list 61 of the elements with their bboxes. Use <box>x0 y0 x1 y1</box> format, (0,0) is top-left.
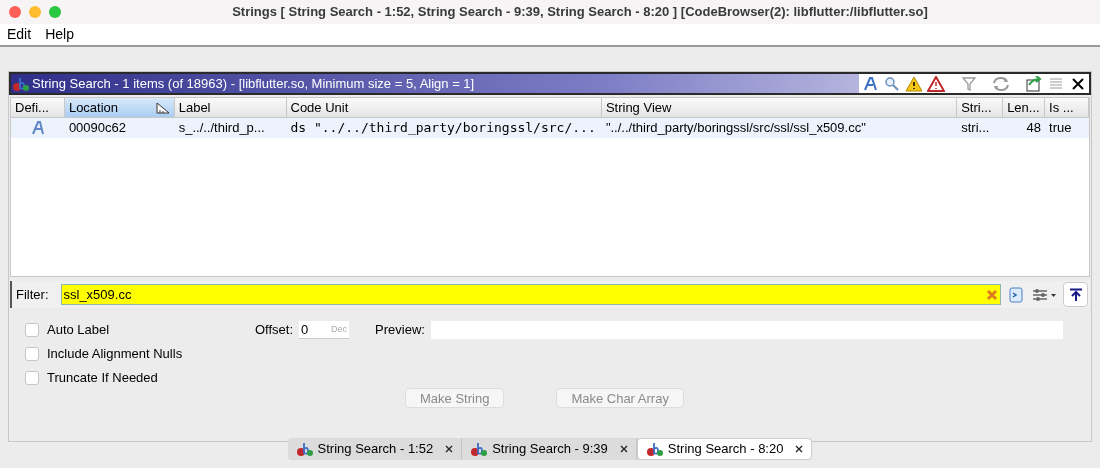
table-cell-text: 00090c62 <box>67 119 127 138</box>
column-header[interactable]: Len... <box>1003 98 1046 117</box>
unit-hint: Dec <box>331 322 348 336</box>
sort-icon <box>155 101 170 114</box>
column-header[interactable]: Code Unit <box>286 98 602 117</box>
checkbox-label: Truncate If Needed <box>47 369 158 388</box>
offset-label: Offset: <box>255 321 294 340</box>
checkbox[interactable] <box>25 323 39 337</box>
string-type-icon <box>30 121 45 135</box>
column-header[interactable]: String View <box>601 98 958 117</box>
scroll-top-button[interactable] <box>1063 282 1088 307</box>
column-header[interactable]: Label <box>174 98 287 117</box>
tab[interactable]: String Search - 9:39 <box>462 438 637 460</box>
table-cell-text: true <box>1048 119 1073 138</box>
italic-a-icon[interactable] <box>861 75 879 92</box>
filter-label: Filter: <box>15 285 50 304</box>
settings-icon[interactable] <box>1031 286 1057 303</box>
checkbox[interactable] <box>25 371 39 385</box>
abc-icon <box>295 441 314 457</box>
tab[interactable]: String Search - 1:52 <box>287 438 463 460</box>
close-tab-icon[interactable] <box>795 445 804 453</box>
table-cell-text: ds "../../third_party/boringssl/src/... <box>289 119 597 138</box>
abc-icon <box>645 441 664 457</box>
column-header[interactable]: Defi... <box>11 98 65 117</box>
checkbox-label: Include Alignment Nulls <box>47 345 183 364</box>
offset-field[interactable]: 0 Dec <box>299 321 350 339</box>
abc-icon <box>470 441 489 457</box>
table-row[interactable]: 00090c62 s_../../third_p... ds "../../third_party/boringssl/src/... "../../third_party/boringssl/src/ssl/ssl_x509.cc" stri... 48 true <box>11 118 1089 138</box>
column-header[interactable]: Stri... <box>957 98 1004 117</box>
error-icon[interactable] <box>927 75 945 92</box>
menu-item[interactable]: Help <box>38 24 81 45</box>
table-cell-text: "../../third_party/boringssl/src/ssl/ssl_x509.cc" <box>604 119 867 138</box>
tab-label: String Search - 1:52 <box>317 440 434 459</box>
menu-item[interactable]: Edit <box>0 24 39 45</box>
window-title: Strings [ String Search - 1:52, String Search - 9:39, String Search - 8:20 ] [CodeBrowser(2): libflutter:/libflutter.so] <box>231 3 928 22</box>
tab-label: String Search - 9:39 <box>492 440 608 459</box>
table-cell-text: stri... <box>960 119 991 138</box>
refresh-icon[interactable] <box>991 75 1011 92</box>
checkbox-label: Auto Label <box>47 321 110 340</box>
table-cell-text: s_../../third_p... <box>177 119 266 138</box>
filter-icon[interactable] <box>961 75 977 92</box>
column-header[interactable]: Is ... <box>1045 98 1089 117</box>
tab-label: String Search - 8:20 <box>667 440 784 459</box>
export-icon[interactable] <box>1025 75 1043 92</box>
table-cell-text: 48 <box>1025 119 1043 138</box>
arrow-up-icon <box>1068 287 1083 302</box>
clear-icon[interactable] <box>986 288 998 301</box>
offset-input[interactable]: 0 <box>301 319 328 340</box>
panel-title: String Search - 1 items (of 18963) - [libflutter.so, Minimum size = 5, Align = 1] <box>32 74 475 93</box>
maximize-window-icon[interactable] <box>49 6 61 18</box>
close-icon[interactable] <box>1069 75 1087 92</box>
preview-label: Preview: <box>375 321 425 340</box>
close-window-icon[interactable] <box>9 6 21 18</box>
close-tab-icon[interactable] <box>445 445 454 453</box>
abc-icon <box>12 75 30 92</box>
tab[interactable]: String Search - 8:20 <box>636 438 813 460</box>
warning-icon[interactable] <box>905 75 923 92</box>
script-icon[interactable] <box>1007 285 1025 304</box>
close-tab-icon[interactable] <box>619 445 628 453</box>
column-header[interactable]: Location <box>64 98 175 117</box>
checkbox[interactable] <box>25 347 39 361</box>
